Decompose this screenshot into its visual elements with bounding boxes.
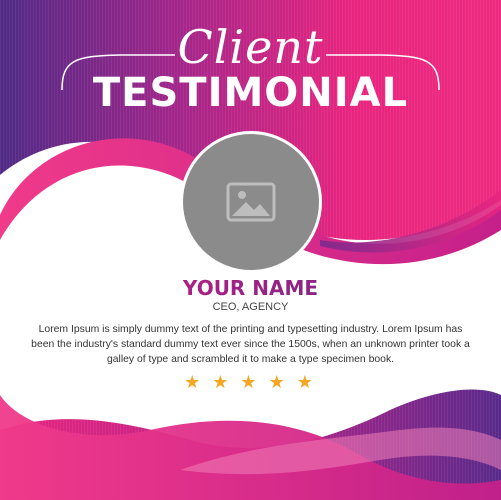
testimonial-card: Client TESTIMONIAL YOUR NAME CEO, AGENCY… xyxy=(0,0,501,500)
script-title: Client xyxy=(177,20,324,74)
client-name: YOUR NAME xyxy=(0,276,501,300)
testimonial-text: Lorem Ipsum is simply dummy text of the … xyxy=(31,324,470,365)
star-icon: ★ xyxy=(184,372,209,392)
rating-stars: ★ ★ ★ ★ ★ xyxy=(0,372,501,392)
star-icon: ★ xyxy=(212,372,237,392)
main-title: TESTIMONIAL xyxy=(92,70,409,116)
star-icon: ★ xyxy=(240,372,265,392)
profile-photo-placeholder[interactable] xyxy=(180,131,322,273)
star-icon: ★ xyxy=(268,372,293,392)
client-role: CEO, AGENCY xyxy=(212,301,289,313)
image-icon xyxy=(226,182,276,222)
star-icon: ★ xyxy=(296,372,321,392)
